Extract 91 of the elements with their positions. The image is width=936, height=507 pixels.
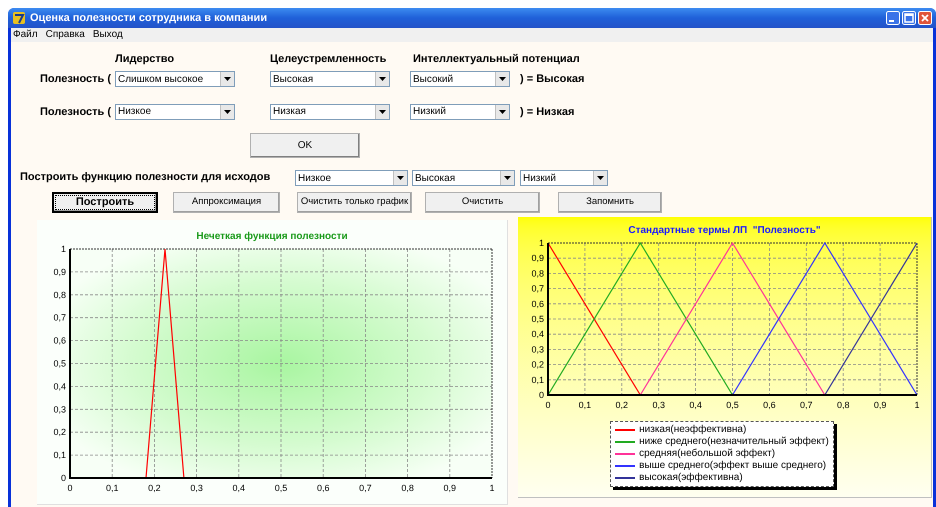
y-tick-label: 1 (538, 238, 544, 248)
legend-label: низкая(неэффективна) (639, 425, 746, 435)
y-tick-label: 0,1 (530, 374, 544, 385)
close-button[interactable] (918, 11, 932, 25)
caret-icon (397, 176, 404, 180)
maximize-button[interactable] (902, 11, 916, 25)
caret-icon (224, 110, 231, 114)
x-tick-label: 0,9 (873, 400, 886, 410)
rule-label: Полезность ( (40, 72, 111, 87)
chart-title: Нечеткая функция полезности (196, 232, 348, 244)
y-tick-label: 0,7 (530, 284, 544, 294)
dropdown[interactable]: Высокий (410, 71, 510, 88)
x-tick-label: 0,3 (190, 483, 202, 493)
caret-icon (597, 176, 604, 180)
y-tick-label: 0,6 (52, 336, 66, 346)
app-icon (12, 11, 26, 25)
y-tick-label: 0,2 (530, 360, 544, 370)
column-header: Интеллектуальный потенциал (413, 53, 580, 65)
menu-item[interactable]: Выход (92, 30, 123, 40)
dropdown[interactable]: Низкое (295, 170, 408, 186)
dropdown[interactable]: Высокая (270, 71, 390, 88)
caret-icon (499, 77, 506, 82)
action-button[interactable]: Очистить (425, 192, 540, 213)
y-tick-label: 1 (60, 245, 66, 254)
y-tick-label: 0,8 (52, 290, 66, 300)
menu-item[interactable]: Файл (13, 30, 38, 40)
caret-icon (224, 77, 231, 82)
menu-item[interactable]: Справка (46, 30, 85, 40)
y-tick-label: 0 (60, 473, 66, 483)
x-tick-label: 0,9 (443, 483, 456, 493)
action-button[interactable]: Аппроксимация (173, 192, 280, 213)
y-tick-label: 0,9 (52, 266, 66, 277)
y-tick-label: 0,5 (52, 358, 66, 368)
dropdown[interactable]: Высокая (412, 170, 515, 186)
y-tick-label: 0,8 (530, 268, 544, 278)
x-tick-label: 1 (914, 400, 919, 410)
outcomes-label: Построить функцию полезности для исходов (20, 171, 270, 183)
rule-label: Полезность ( (40, 104, 111, 120)
y-tick-label: 0,4 (530, 329, 544, 340)
caret-icon (379, 110, 386, 114)
y-tick-label: 0,9 (530, 253, 544, 264)
action-button[interactable]: Очистить только график (297, 192, 412, 213)
column-header: Целеустремленность (270, 53, 386, 65)
x-tick-label: 0,4 (688, 400, 702, 410)
x-tick-label: 0,5 (274, 483, 287, 493)
window-title: Оценка полезности сотрудника в компании (30, 10, 268, 26)
x-tick-label: 0,8 (400, 483, 414, 493)
caret-icon (504, 176, 511, 180)
y-tick-label: 0,7 (52, 312, 66, 323)
legend-label: ниже среднего(незначительный эффект) (639, 437, 829, 447)
rule-result: ) = Высокая (520, 72, 584, 87)
y-tick-label: 0,5 (530, 314, 544, 324)
y-tick-label: 0 (538, 390, 544, 400)
x-tick-label: 0,5 (726, 400, 738, 410)
dropdown[interactable]: Низкая (270, 104, 390, 120)
x-tick-label: 0,3 (652, 400, 664, 410)
caret-icon (499, 110, 506, 114)
y-tick-label: 0,2 (52, 427, 66, 438)
x-tick-label: 0,6 (762, 400, 776, 410)
dropdown[interactable]: Низкий (410, 104, 510, 120)
x-tick-label: 0,1 (105, 483, 118, 493)
x-tick-label: 0 (67, 483, 72, 493)
caret-icon (379, 77, 386, 82)
dropdown[interactable]: Низкий (520, 170, 608, 186)
x-tick-label: 1 (489, 483, 494, 493)
ok-button[interactable]: OK (250, 133, 360, 158)
dropdown[interactable]: Слишком высокое (115, 71, 235, 88)
minimize-button[interactable] (886, 11, 900, 25)
x-tick-label: 0,7 (358, 483, 372, 493)
chart-title: Стандартные термы ЛП "Полезность" (628, 226, 821, 238)
y-tick-label: 0,3 (52, 404, 66, 414)
column-header: Лидерство (115, 53, 174, 65)
legend-label: средняя(небольшой эффект) (639, 449, 776, 459)
x-tick-label: 0 (545, 400, 550, 410)
action-button[interactable]: Построить (52, 192, 158, 213)
x-tick-label: 0,8 (836, 400, 849, 410)
y-tick-label: 0,1 (52, 450, 66, 460)
rule-result: ) = Низкая (520, 104, 574, 120)
y-tick-label: 0,3 (530, 344, 544, 354)
x-tick-label: 0,2 (148, 483, 160, 493)
legend-label: высокая(эффективна) (639, 473, 743, 483)
x-tick-label: 0,4 (232, 483, 245, 493)
x-tick-label: 0,1 (578, 400, 591, 410)
y-tick-label: 0,6 (530, 298, 544, 309)
legend-label: выше среднего(эффект выше среднего) (639, 461, 826, 471)
action-button[interactable]: Запомнить (558, 192, 662, 213)
x-tick-label: 0,7 (800, 400, 812, 410)
x-tick-label: 0,6 (316, 483, 329, 493)
x-tick-label: 0,2 (615, 400, 628, 410)
dropdown[interactable]: Низкое (115, 104, 235, 120)
y-tick-label: 0,4 (52, 381, 66, 392)
